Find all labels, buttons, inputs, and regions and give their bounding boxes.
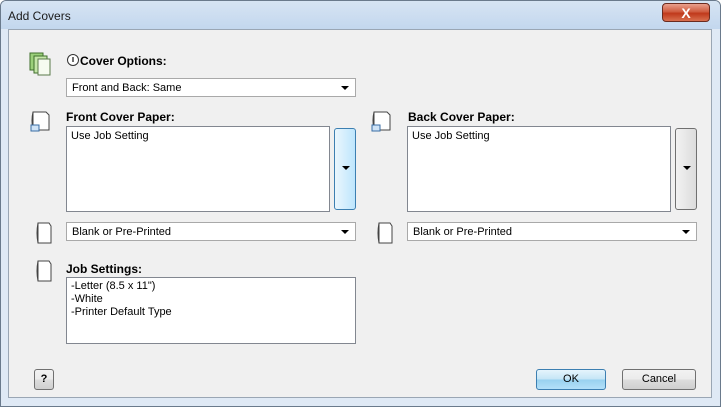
cancel-button[interactable]: Cancel (622, 369, 696, 390)
job-settings-icon (36, 260, 52, 282)
close-button[interactable]: X (662, 3, 710, 22)
help-icon: ? (40, 373, 48, 385)
chevron-down-icon (341, 230, 349, 234)
list-item[interactable]: Use Job Setting (71, 130, 149, 142)
back-cover-type-value: Blank or Pre-Printed (413, 226, 513, 238)
cover-options-value: Front and Back: Same (72, 82, 182, 94)
back-cover-paper-dropdown-button[interactable] (675, 128, 697, 210)
cover-options-label: Cover Options: (80, 54, 167, 68)
job-settings-label: Job Settings: (66, 262, 143, 276)
front-cover-type-dropdown[interactable]: Blank or Pre-Printed (66, 222, 356, 241)
add-covers-dialog: Add Covers X Cover Options: Front and Ba… (0, 0, 721, 407)
front-cover-paper-list[interactable]: Use Job Setting (66, 126, 330, 212)
job-settings-box: -Letter (8.5 x 11") -White -Printer Defa… (66, 277, 356, 344)
paper-type-icon (36, 222, 52, 244)
front-cover-paper-icon (30, 111, 50, 132)
back-cover-type-dropdown[interactable]: Blank or Pre-Printed (407, 222, 697, 241)
cover-options-dropdown[interactable]: Front and Back: Same (66, 78, 356, 97)
info-icon (67, 54, 79, 66)
job-setting-line: -Letter (8.5 x 11") (71, 280, 156, 292)
chevron-down-icon (342, 166, 350, 170)
front-cover-type-value: Blank or Pre-Printed (72, 226, 172, 238)
window-title: Add Covers (8, 9, 71, 23)
list-item[interactable]: Use Job Setting (412, 130, 490, 142)
title-bar[interactable]: Add Covers X (1, 1, 720, 29)
front-cover-paper-label: Front Cover Paper: (66, 110, 175, 124)
back-cover-paper-icon (371, 111, 391, 132)
job-setting-line: -Printer Default Type (71, 306, 172, 318)
back-cover-paper-label: Back Cover Paper: (408, 110, 515, 124)
cover-options-icon (29, 52, 51, 76)
ok-button[interactable]: OK (536, 369, 606, 390)
dialog-body: Cover Options: Front and Back: Same Fron… (8, 29, 712, 398)
front-cover-paper-dropdown-button[interactable] (334, 128, 356, 210)
job-setting-line: -White (71, 293, 103, 305)
help-button[interactable]: ? (34, 369, 54, 390)
paper-type-icon (377, 222, 393, 244)
chevron-down-icon (683, 166, 691, 170)
chevron-down-icon (341, 86, 349, 90)
back-cover-paper-list[interactable]: Use Job Setting (407, 126, 671, 212)
chevron-down-icon (682, 230, 690, 234)
